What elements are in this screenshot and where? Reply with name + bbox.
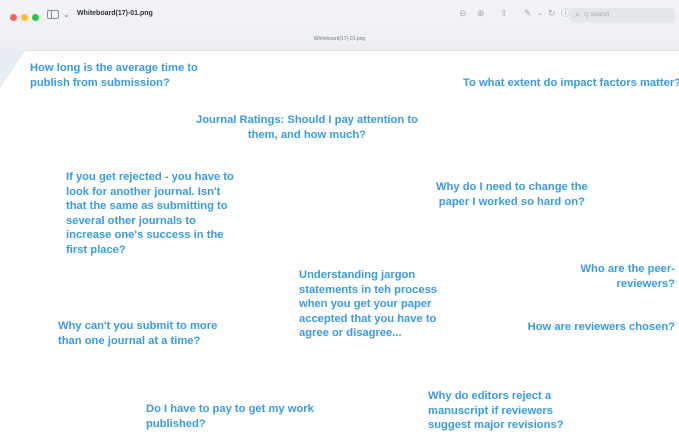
sticky-note-multiple-journals: Why can't you submit to more than one jo… (58, 320, 218, 347)
document-subtitle: Whiteboard(17)-01.png (313, 36, 366, 42)
markup-options-chevron-icon[interactable]: ⌄ (537, 10, 543, 17)
sticky-note-impact-factors: To what extent do impact factors matter? (463, 77, 679, 89)
search-input[interactable] (584, 9, 669, 21)
markup-icon[interactable]: ✎ (524, 9, 532, 18)
info-icon[interactable]: ⓘ (561, 9, 570, 18)
sticky-note-jargon: Understanding jargon statements in teh p… (299, 269, 438, 339)
window-title: Whiteboard(17)-01.png (77, 10, 153, 17)
sticky-note-change-paper: Why do I need to change the paper I work… (436, 181, 588, 208)
search-field[interactable]: ⌕ (570, 8, 675, 22)
minimize-window-button[interactable] (21, 14, 28, 21)
rotate-icon[interactable]: ↻ (548, 9, 556, 18)
sidebar-toggle-icon[interactable] (47, 10, 59, 19)
sticky-note-editors-reject: Why do editors reject a manuscript if re… (428, 390, 564, 431)
zoom-in-icon[interactable]: ⊕ (477, 9, 485, 18)
zoom-out-icon[interactable]: ⊖ (459, 9, 467, 18)
sticky-note-reviewers-chosen: How are reviewers chosen? (527, 321, 675, 333)
close-window-button[interactable] (10, 14, 17, 21)
sticky-note-rejection: If you get rejected - you have to look f… (66, 171, 234, 256)
sticky-note-publish-time: How long is the average time to publish … (30, 62, 198, 89)
share-icon[interactable]: ⇪ (500, 9, 508, 18)
chevron-down-icon[interactable]: ⌄ (63, 10, 70, 19)
sticky-note-journal-ratings: Journal Ratings: Should I pay attention … (196, 114, 418, 141)
sticky-note-pay-to-publish: Do I have to pay to get my work publishe… (146, 403, 314, 430)
fullscreen-window-button[interactable] (32, 14, 39, 21)
sticky-note-peer-reviewers: Who are the peer- reviewers? (580, 263, 676, 290)
title-bar: ⌄ Whiteboard(17)-01.png ⊖ ⊕ ⇪ ✎ ⌄ ↻ ⓘ ⌕ … (0, 0, 679, 51)
search-icon: ⌕ (575, 10, 580, 19)
background-wedge (0, 50, 26, 88)
preview-window: ⌄ Whiteboard(17)-01.png ⊖ ⊕ ⇪ ✎ ⌄ ↻ ⓘ ⌕ … (0, 0, 679, 443)
